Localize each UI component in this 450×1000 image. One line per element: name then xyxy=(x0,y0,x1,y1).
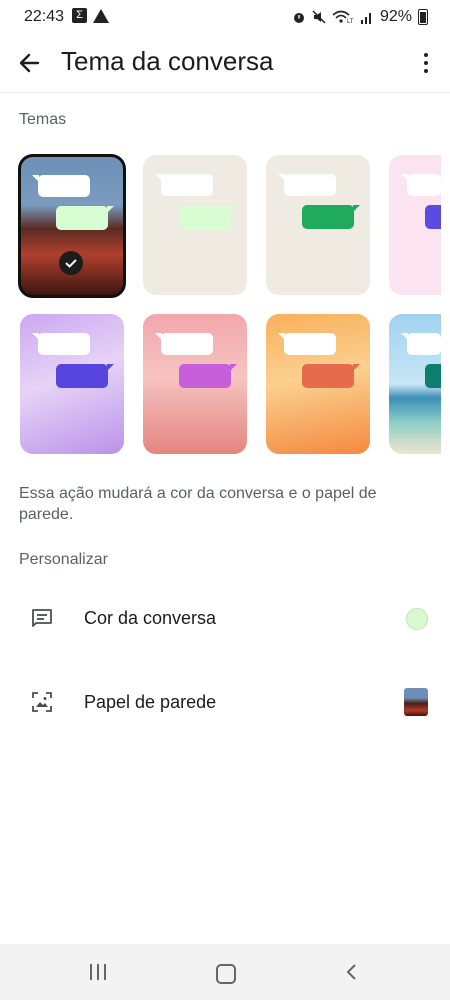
selected-theme-ring xyxy=(18,154,126,298)
svg-text:LTE1: LTE1 xyxy=(347,19,354,24)
warning-icon xyxy=(93,9,109,23)
customize-section-label: Personalizar xyxy=(19,551,108,568)
chat-bubble-icon xyxy=(32,609,52,627)
status-bar: 22:43 Σ LTE1 92% xyxy=(0,0,450,34)
page-title: Tema da conversa xyxy=(61,46,274,76)
check-icon xyxy=(59,251,83,275)
wallpaper-thumbnail xyxy=(404,688,428,716)
theme-option-green[interactable] xyxy=(266,155,370,295)
theme-description: Essa ação mudará a cor da conversa e o p… xyxy=(19,485,377,523)
mute-icon xyxy=(312,10,326,24)
theme-option-coral[interactable] xyxy=(143,314,247,454)
alarm-icon xyxy=(293,13,304,23)
back-arrow-icon[interactable] xyxy=(14,47,46,79)
theme-option-doodle-light[interactable] xyxy=(143,155,247,295)
wallpaper-icon xyxy=(32,692,52,712)
wifi-icon: LTE1 xyxy=(332,10,354,24)
home-icon[interactable] xyxy=(216,964,236,984)
nav-back-icon[interactable] xyxy=(344,964,358,980)
theme-option-lilac[interactable] xyxy=(20,314,124,454)
status-time: 22:43 xyxy=(24,8,65,25)
wallpaper-label: Papel de parede xyxy=(84,692,217,712)
chat-color-label: Cor da conversa xyxy=(84,608,217,628)
sigma-notification-icon: Σ xyxy=(72,8,87,23)
theme-option-beach[interactable] xyxy=(389,314,441,454)
signal-icon xyxy=(360,13,371,24)
theme-option-pink[interactable] xyxy=(389,155,441,295)
themes-section-label: Temas xyxy=(19,111,67,128)
recent-apps-icon[interactable] xyxy=(90,964,108,980)
chat-color-swatch xyxy=(406,608,428,630)
wallpaper-row[interactable]: Papel de parede xyxy=(0,666,450,738)
chat-color-row[interactable]: Cor da conversa xyxy=(0,582,450,654)
battery-percent: 92% xyxy=(379,8,412,25)
battery-icon xyxy=(418,9,428,25)
app-bar: Tema da conversa xyxy=(0,34,450,93)
system-nav-bar xyxy=(0,944,450,1000)
more-options-icon[interactable] xyxy=(416,47,436,79)
theme-option-orange[interactable] xyxy=(266,314,370,454)
